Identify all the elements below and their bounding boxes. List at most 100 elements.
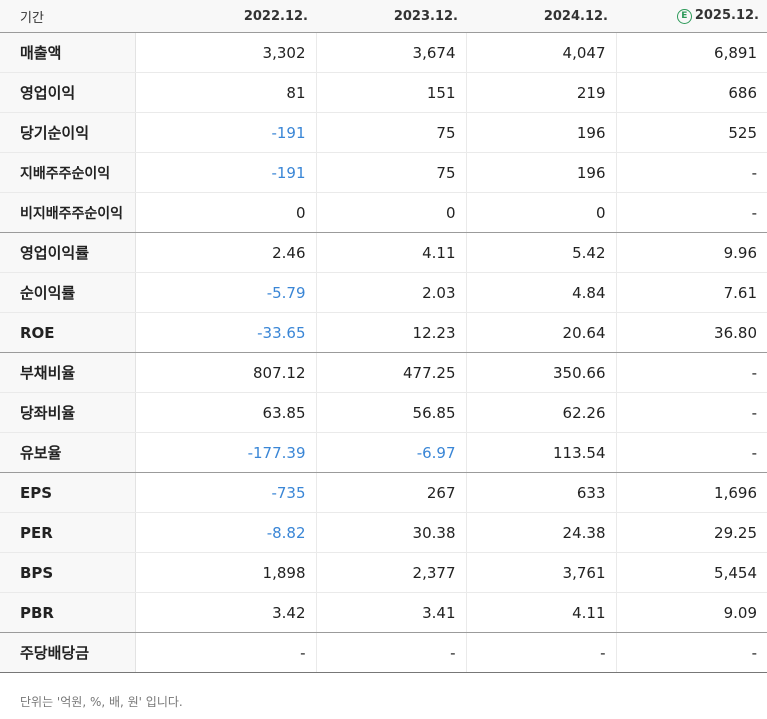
cell-value: 525 <box>616 112 767 153</box>
cell-value: -191 <box>135 152 317 193</box>
cell-value: 4.84 <box>466 272 617 313</box>
table-row: EPS -735 267 633 1,696 <box>0 472 767 513</box>
cell-value: 56.85 <box>316 392 467 433</box>
cell-value: 3,761 <box>466 552 617 593</box>
row-label: 매출액 <box>0 32 136 73</box>
table-row: PER -8.82 30.38 24.38 29.25 <box>0 512 767 553</box>
cell-value: -5.79 <box>135 272 317 313</box>
table-row: 순이익률 -5.79 2.03 4.84 7.61 <box>0 272 767 313</box>
cell-value: 63.85 <box>135 392 317 433</box>
cell-value: - <box>616 632 767 673</box>
cell-value: 20.64 <box>466 312 617 353</box>
table-row: 당기순이익 -191 75 196 525 <box>0 112 767 153</box>
cell-value: - <box>316 632 467 673</box>
cell-value: 36.80 <box>616 312 767 353</box>
row-label: 비지배주주순이익 <box>0 192 136 233</box>
cell-value: 267 <box>316 472 467 513</box>
cell-value: 5.42 <box>466 232 617 273</box>
cell-value: - <box>616 392 767 433</box>
cell-value: 807.12 <box>135 352 317 393</box>
cell-value: 30.38 <box>316 512 467 553</box>
cell-value: - <box>616 152 767 193</box>
cell-value: 4,047 <box>466 32 617 73</box>
cell-value: 0 <box>316 192 467 233</box>
row-label: PBR <box>0 592 136 633</box>
cell-value: 9.09 <box>616 592 767 633</box>
cell-value: -177.39 <box>135 432 317 473</box>
table-row: 비지배주주순이익 0 0 0- <box>0 192 767 233</box>
year-header-estimate: E 2025.12. <box>616 0 767 33</box>
cell-value: 3.42 <box>135 592 317 633</box>
table-row: 매출액 3,302 3,674 4,047 6,891 <box>0 32 767 73</box>
year-header: 2024.12. <box>466 0 616 33</box>
year-header-label: 2025.12. <box>694 8 759 23</box>
cell-value: 4.11 <box>316 232 467 273</box>
row-label: PER <box>0 512 136 553</box>
cell-value: 633 <box>466 472 617 513</box>
table-row: 영업이익률 2.46 4.11 5.42 9.96 <box>0 232 767 273</box>
row-label: 영업이익률 <box>0 232 136 273</box>
cell-value: 4.11 <box>466 592 617 633</box>
cell-value: 2.03 <box>316 272 467 313</box>
financial-table: 기간 2022.12. 2023.12. 2024.12. E 2025.12. … <box>0 0 767 673</box>
unit-footnote: 단위는 '억원, %, 배, 원' 입니다. <box>20 695 183 709</box>
row-label: 순이익률 <box>0 272 136 313</box>
year-header: 2022.12. <box>135 0 316 33</box>
cell-value: 3.41 <box>316 592 467 633</box>
row-label: EPS <box>0 472 136 513</box>
cell-value: 1,696 <box>616 472 767 513</box>
cell-value: -191 <box>135 112 317 153</box>
row-label: 부채비율 <box>0 352 136 393</box>
cell-value: 113.54 <box>466 432 617 473</box>
cell-value: -735 <box>135 472 317 513</box>
cell-value: 350.66 <box>466 352 617 393</box>
cell-value: 2,377 <box>316 552 467 593</box>
cell-value: 29.25 <box>616 512 767 553</box>
table-row: BPS 1,898 2,377 3,761 5,454 <box>0 552 767 593</box>
row-label: 당좌비율 <box>0 392 136 433</box>
cell-value: 75 <box>316 112 467 153</box>
cell-value: 2.46 <box>135 232 317 273</box>
cell-value: 62.26 <box>466 392 617 433</box>
row-label: ROE <box>0 312 136 353</box>
table-row: 당좌비율 63.85 56.85 62.26- <box>0 392 767 433</box>
cell-value: 219 <box>466 72 617 113</box>
table-row: 부채비율 807.12 477.25 350.66- <box>0 352 767 393</box>
row-label: 주당배당금 <box>0 632 136 673</box>
row-label: 유보율 <box>0 432 136 473</box>
cell-value: 1,898 <box>135 552 317 593</box>
cell-value: - <box>135 632 317 673</box>
row-label: 영업이익 <box>0 72 136 113</box>
row-label: 지배주주순이익 <box>0 152 136 193</box>
estimate-icon: E <box>676 9 692 24</box>
row-label: BPS <box>0 552 136 593</box>
header-row: 기간 2022.12. 2023.12. 2024.12. E 2025.12. <box>0 0 767 33</box>
cell-value: 7.61 <box>616 272 767 313</box>
cell-value: 75 <box>316 152 467 193</box>
cell-value: 196 <box>466 152 617 193</box>
cell-value: - <box>616 192 767 233</box>
cell-value: 12.23 <box>316 312 467 353</box>
cell-value: 0 <box>135 192 317 233</box>
cell-value: 6,891 <box>616 32 767 73</box>
cell-value: - <box>616 352 767 393</box>
cell-value: - <box>616 432 767 473</box>
cell-value: 81 <box>135 72 317 113</box>
cell-value: - <box>466 632 617 673</box>
cell-value: 5,454 <box>616 552 767 593</box>
table-row: 지배주주순이익 -191 75 196- <box>0 152 767 193</box>
cell-value: 3,674 <box>316 32 467 73</box>
cell-value: 196 <box>466 112 617 153</box>
cell-value: 686 <box>616 72 767 113</box>
table-row: 영업이익 81 151 219 686 <box>0 72 767 113</box>
financial-summary: 기간 2022.12. 2023.12. 2024.12. E 2025.12. … <box>0 0 767 719</box>
table-row: 주당배당금 - - - - <box>0 632 767 673</box>
cell-value: 9.96 <box>616 232 767 273</box>
cell-value: 3,302 <box>135 32 317 73</box>
cell-value: 151 <box>316 72 467 113</box>
cell-value: -6.97 <box>316 432 467 473</box>
row-label: 당기순이익 <box>0 112 136 153</box>
cell-value: -33.65 <box>135 312 317 353</box>
table-row: 유보율 -177.39 -6.97 113.54- <box>0 432 767 473</box>
year-header: 2023.12. <box>316 0 466 33</box>
